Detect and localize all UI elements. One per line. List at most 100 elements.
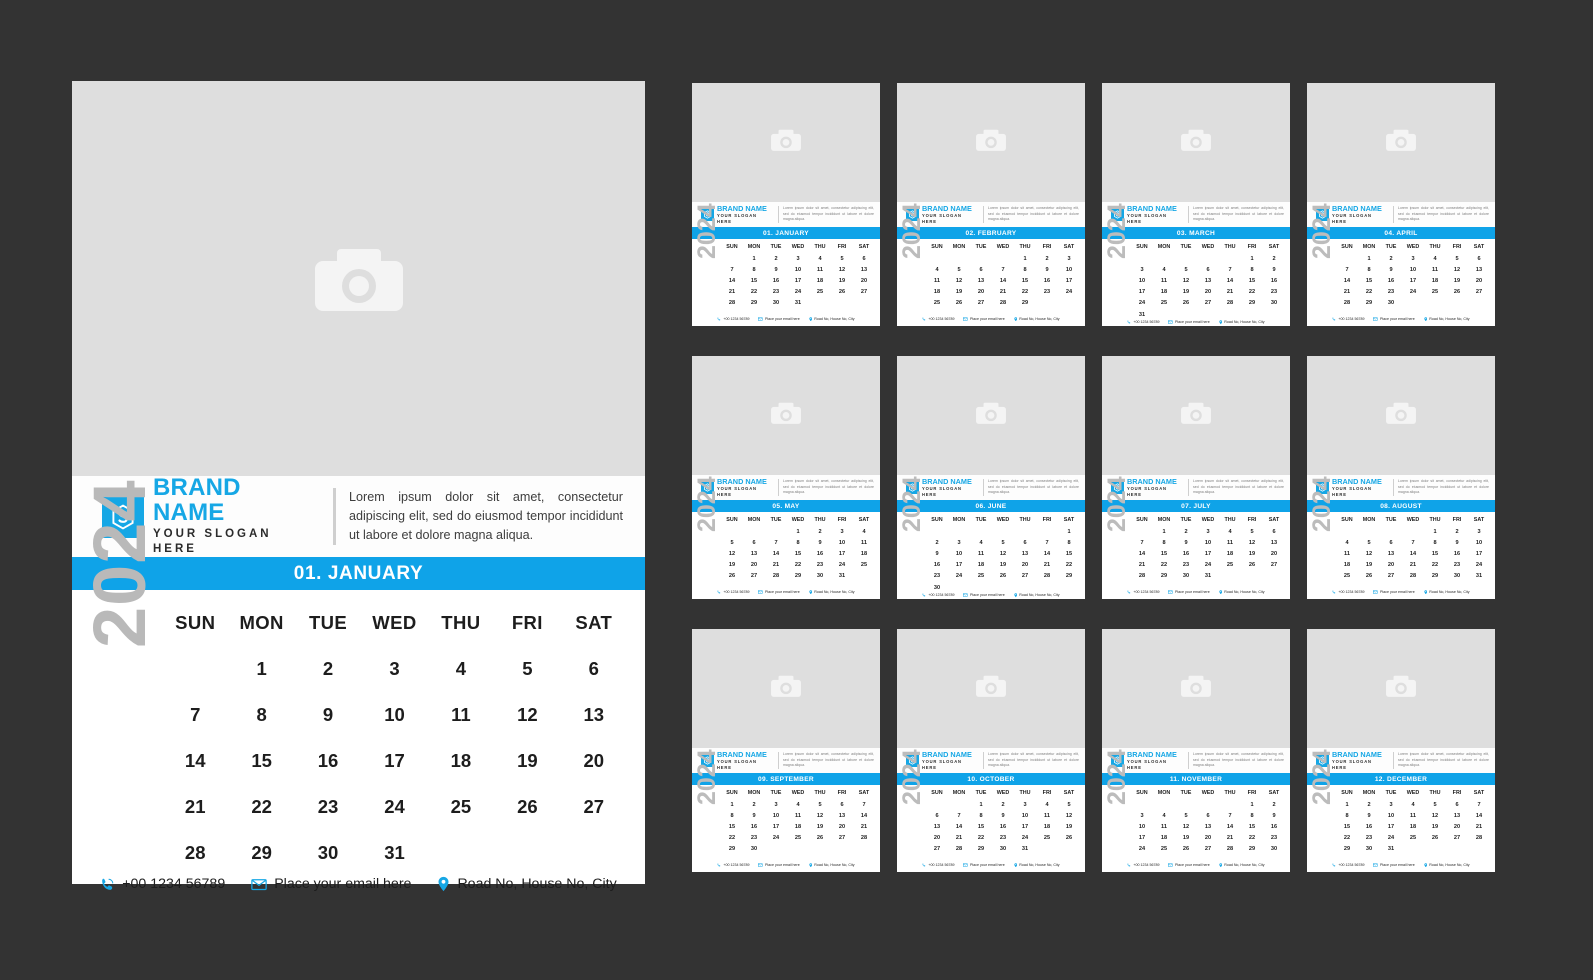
day-cell[interactable]: 29 [1424, 571, 1446, 582]
day-cell[interactable]: 16 [992, 821, 1014, 832]
contact-phone[interactable]: +00 1234 56789 [1127, 590, 1159, 594]
day-cell[interactable]: 20 [743, 560, 765, 571]
day-cell[interactable]: 16 [1175, 548, 1197, 559]
day-cell[interactable]: 7 [765, 537, 787, 548]
day-cell[interactable]: 7 [1336, 264, 1358, 275]
day-cell[interactable]: 18 [1036, 821, 1058, 832]
day-cell[interactable]: 27 [1468, 287, 1490, 298]
day-cell[interactable]: 28 [992, 298, 1014, 309]
day-cell[interactable]: 22 [1241, 287, 1263, 298]
day-cell[interactable]: 4 [809, 253, 831, 264]
day-cell[interactable]: 4 [1402, 799, 1424, 810]
day-cell[interactable]: 16 [1446, 548, 1468, 559]
contact-address[interactable]: Road No, House No, City [1219, 320, 1265, 325]
day-cell[interactable]: 26 [809, 833, 831, 844]
day-cell[interactable]: 25 [926, 298, 948, 309]
day-cell[interactable]: 14 [162, 738, 228, 784]
day-cell[interactable]: 17 [765, 821, 787, 832]
day-cell[interactable]: 17 [1197, 548, 1219, 559]
day-cell[interactable]: 13 [970, 275, 992, 286]
day-cell[interactable]: 21 [1468, 821, 1490, 832]
day-cell[interactable]: 1 [1424, 526, 1446, 537]
day-cell[interactable]: 23 [1175, 560, 1197, 571]
contact-phone[interactable]: +00 1234 56789 [717, 863, 749, 867]
day-cell[interactable]: 27 [970, 298, 992, 309]
month-thumbnail-march[interactable]: BRAND NAME YOUR SLOGAN HERE Lorem ipsum do… [1102, 83, 1290, 326]
day-cell[interactable]: 9 [992, 810, 1014, 821]
day-cell[interactable]: 1 [1241, 799, 1263, 810]
day-cell[interactable]: 10 [1197, 537, 1219, 548]
day-cell[interactable]: 30 [743, 844, 765, 855]
day-cell[interactable]: 26 [721, 571, 743, 582]
day-cell[interactable]: 30 [765, 298, 787, 309]
day-cell[interactable]: 19 [809, 821, 831, 832]
contact-email[interactable]: Place your email here [1168, 590, 1210, 594]
day-cell[interactable]: 2 [1446, 526, 1468, 537]
day-cell[interactable]: 19 [1175, 833, 1197, 844]
day-cell[interactable]: 15 [228, 738, 294, 784]
day-cell[interactable]: 3 [1131, 264, 1153, 275]
day-cell[interactable]: 24 [831, 560, 853, 571]
main-photo-placeholder[interactable] [72, 81, 645, 476]
day-cell[interactable]: 20 [561, 738, 627, 784]
contact-phone[interactable]: +00 1234 56789 [100, 876, 225, 892]
day-cell[interactable]: 25 [1036, 833, 1058, 844]
day-cell[interactable]: 17 [1131, 287, 1153, 298]
day-cell[interactable]: 25 [1153, 298, 1175, 309]
day-cell[interactable]: 18 [1424, 275, 1446, 286]
day-cell[interactable]: 15 [970, 821, 992, 832]
day-cell[interactable]: 1 [1014, 253, 1036, 264]
day-cell[interactable]: 5 [721, 537, 743, 548]
day-cell[interactable]: 26 [1058, 833, 1080, 844]
day-cell[interactable]: 30 [1263, 298, 1285, 309]
day-cell[interactable]: 27 [1197, 298, 1219, 309]
day-cell[interactable]: 9 [926, 548, 948, 559]
contact-phone[interactable]: +00 1234 56789 [1127, 320, 1159, 324]
day-cell[interactable]: 14 [765, 548, 787, 559]
day-cell[interactable]: 29 [1058, 571, 1080, 582]
day-cell[interactable]: 11 [1153, 275, 1175, 286]
day-cell[interactable]: 21 [853, 821, 875, 832]
day-cell[interactable]: 22 [1358, 287, 1380, 298]
day-cell[interactable]: 4 [1424, 253, 1446, 264]
day-cell[interactable]: 4 [428, 646, 494, 692]
day-cell[interactable]: 21 [1402, 560, 1424, 571]
day-cell[interactable]: 24 [1014, 833, 1036, 844]
day-cell[interactable]: 24 [1468, 560, 1490, 571]
day-cell[interactable]: 10 [948, 548, 970, 559]
day-cell[interactable]: 28 [1219, 844, 1241, 855]
contact-address[interactable]: Road No, House No, City [809, 590, 855, 595]
day-cell[interactable]: 12 [721, 548, 743, 559]
day-cell[interactable]: 13 [831, 810, 853, 821]
day-cell[interactable]: 18 [1153, 287, 1175, 298]
month-thumbnail-june[interactable]: BRAND NAME YOUR SLOGAN HERE Lorem ipsum do… [897, 356, 1085, 599]
day-cell[interactable]: 9 [295, 692, 361, 738]
brand-logo[interactable]: BRAND NAME YOUR SLOGAN HERE [102, 475, 317, 557]
day-cell[interactable]: 19 [948, 287, 970, 298]
day-cell[interactable]: 22 [743, 287, 765, 298]
day-cell[interactable]: 20 [926, 833, 948, 844]
contact-address[interactable]: Road No, House No, City [1424, 863, 1470, 868]
month-thumbnail-july[interactable]: BRAND NAME YOUR SLOGAN HERE Lorem ipsum do… [1102, 356, 1290, 599]
day-cell[interactable]: 2 [1175, 526, 1197, 537]
day-cell[interactable]: 14 [1219, 821, 1241, 832]
day-cell[interactable]: 5 [1424, 799, 1446, 810]
day-cell[interactable]: 12 [948, 275, 970, 286]
day-cell[interactable]: 23 [1263, 833, 1285, 844]
day-cell[interactable]: 23 [765, 287, 787, 298]
day-cell[interactable]: 24 [1131, 844, 1153, 855]
day-cell[interactable]: 6 [561, 646, 627, 692]
thumbnail-photo-placeholder[interactable] [692, 629, 880, 748]
day-cell[interactable]: 29 [1014, 298, 1036, 309]
month-thumbnail-january[interactable]: BRAND NAME YOUR SLOGAN HERE Lorem ipsum do… [692, 83, 880, 326]
day-cell[interactable]: 4 [970, 537, 992, 548]
contact-email[interactable]: Place your email here [1168, 320, 1210, 324]
day-cell[interactable]: 13 [561, 692, 627, 738]
day-cell[interactable]: 6 [743, 537, 765, 548]
calendar-grid[interactable]: SUN MON TUE WED THU FRI SAT 1 2 3 4 5 6 7 8 9 10 11 12 13 14… [1131, 242, 1285, 320]
calendar-grid[interactable]: SUN MON TUE WED THU FRI SAT 1 2 3 4 5 6 7 8 9 10 11 12 13 14… [162, 604, 627, 876]
day-cell[interactable]: 27 [926, 844, 948, 855]
day-cell[interactable]: 29 [721, 844, 743, 855]
day-cell[interactable]: 25 [809, 287, 831, 298]
day-cell[interactable]: 8 [1058, 537, 1080, 548]
